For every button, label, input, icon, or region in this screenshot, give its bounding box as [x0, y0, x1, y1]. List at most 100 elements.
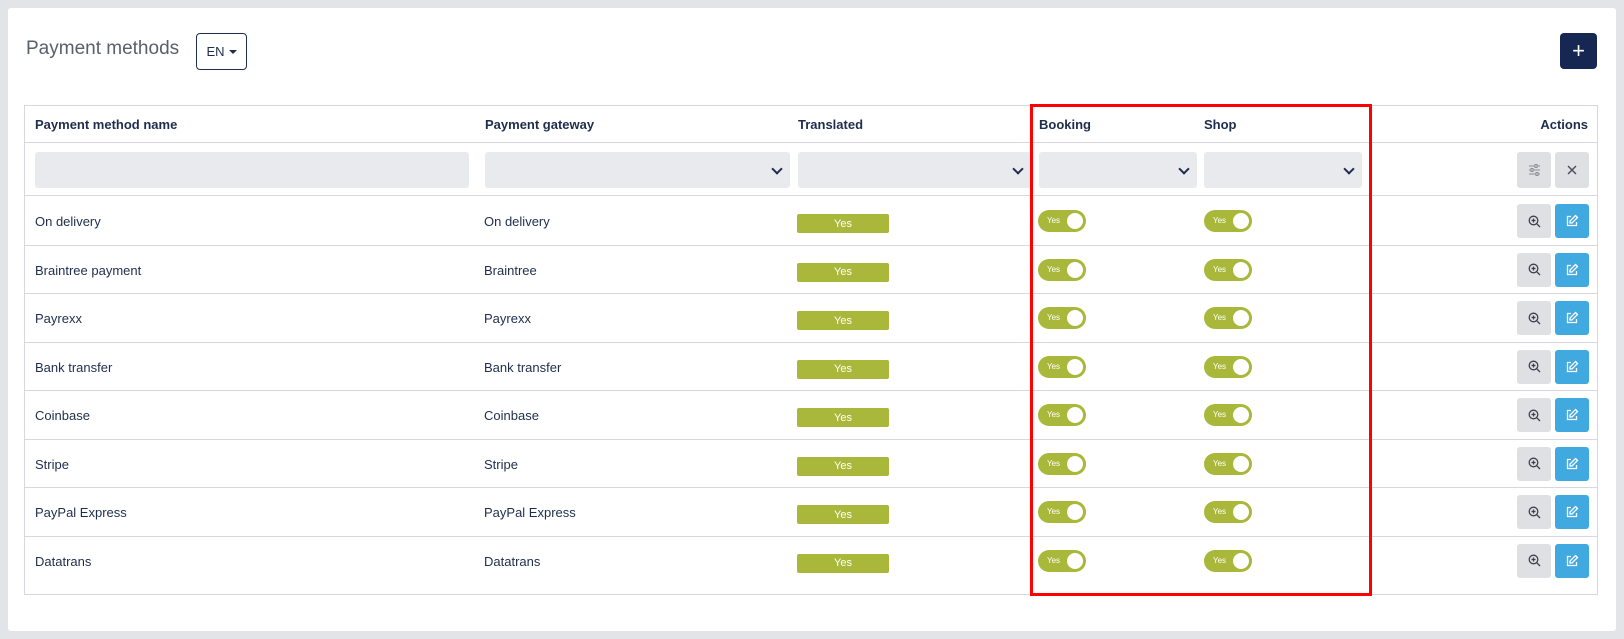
clear-filters-button[interactable]: [1555, 152, 1589, 188]
edit-icon: [1566, 360, 1579, 372]
view-button[interactable]: [1517, 204, 1551, 238]
payment-method-name: Payrexx: [35, 311, 82, 326]
filter-sliders-icon: [1528, 164, 1540, 176]
column-header-translated[interactable]: Translated: [798, 117, 863, 132]
translated-badge: Yes: [797, 214, 889, 233]
payment-method-name: Stripe: [35, 456, 69, 472]
shop-toggle[interactable]: Yes: [1204, 210, 1252, 232]
view-button[interactable]: [1517, 446, 1551, 481]
booking-filter-select[interactable]: [1039, 152, 1197, 188]
booking-toggle-label: Yes: [1047, 410, 1061, 419]
shop-toggle[interactable]: Yes: [1204, 355, 1252, 378]
view-button[interactable]: [1517, 543, 1551, 578]
column-header-name[interactable]: Payment method name: [35, 117, 177, 132]
booking-toggle-label: Yes: [1047, 555, 1061, 565]
filter-options-button[interactable]: [1517, 152, 1551, 188]
column-header-gateway[interactable]: Payment gateway: [485, 117, 594, 132]
shop-filter-select[interactable]: [1204, 152, 1362, 188]
toggle-knob: [1233, 552, 1249, 569]
payment-gateway: Payrexx: [484, 311, 531, 326]
view-button[interactable]: [1517, 349, 1551, 384]
translated-badge: Yes: [797, 553, 889, 573]
add-payment-method-button[interactable]: +: [1560, 33, 1597, 69]
payment-method-name: On delivery: [35, 214, 101, 229]
toggle-knob: [1067, 358, 1083, 375]
payment-gateway: On delivery: [484, 214, 550, 229]
edit-icon: [1566, 457, 1579, 469]
edit-button[interactable]: [1555, 301, 1589, 335]
edit-button[interactable]: [1555, 398, 1589, 432]
payment-gateway: Braintree: [484, 262, 537, 278]
payment-gateway: Stripe: [484, 456, 518, 472]
edit-button[interactable]: [1555, 495, 1589, 529]
filter-row: [25, 143, 1597, 196]
booking-toggle-label: Yes: [1047, 361, 1061, 371]
shop-toggle[interactable]: Yes: [1204, 452, 1252, 475]
payment-gateway: PayPal Express: [484, 505, 576, 520]
zoom-in-icon: [1528, 409, 1540, 421]
view-button[interactable]: [1517, 252, 1551, 287]
booking-toggle[interactable]: Yes: [1038, 210, 1086, 232]
booking-toggle-label: Yes: [1047, 507, 1061, 516]
view-button[interactable]: [1517, 495, 1551, 529]
payment-gateway: Datatrans: [484, 553, 541, 569]
booking-toggle[interactable]: Yes: [1038, 307, 1086, 329]
shop-toggle[interactable]: Yes: [1204, 549, 1252, 572]
table-row: Bank transfer Bank transfer Yes Yes Yes: [25, 343, 1597, 391]
shop-toggle[interactable]: Yes: [1204, 258, 1252, 281]
payment-method-name: Braintree payment: [35, 262, 142, 278]
shop-toggle[interactable]: Yes: [1204, 307, 1252, 329]
language-dropdown[interactable]: EN: [196, 33, 247, 70]
view-button[interactable]: [1517, 398, 1551, 432]
booking-toggle-label: Yes: [1047, 216, 1061, 225]
edit-icon: [1566, 311, 1579, 324]
zoom-in-icon: [1528, 263, 1540, 276]
table-row: On delivery On delivery Yes Yes Yes: [25, 197, 1597, 246]
payment-gateway: Bank transfer: [484, 359, 562, 375]
payment-methods-table: Payment method name Payment gateway Tran…: [24, 105, 1598, 595]
table-header: Payment method name Payment gateway Tran…: [25, 106, 1597, 143]
toggle-knob: [1067, 504, 1083, 520]
page-title: Payment methods: [26, 38, 180, 59]
column-header-actions: Actions: [1540, 117, 1588, 132]
booking-toggle[interactable]: Yes: [1038, 549, 1086, 572]
toggle-knob: [1067, 455, 1083, 472]
zoom-in-icon: [1528, 506, 1540, 518]
edit-button[interactable]: [1555, 204, 1589, 238]
payment-gateway: Coinbase: [484, 408, 539, 423]
booking-toggle-label: Yes: [1047, 313, 1061, 322]
name-filter-input[interactable]: [35, 152, 469, 188]
booking-toggle[interactable]: Yes: [1038, 452, 1086, 475]
column-header-shop[interactable]: Shop: [1204, 117, 1237, 132]
gateway-filter-select[interactable]: [485, 152, 790, 188]
view-button[interactable]: [1517, 301, 1551, 335]
payment-method-name: PayPal Express: [35, 505, 127, 520]
booking-toggle[interactable]: Yes: [1038, 404, 1086, 426]
shop-toggle-label: Yes: [1213, 410, 1227, 419]
toggle-knob: [1233, 407, 1249, 423]
edit-button[interactable]: [1555, 349, 1589, 384]
toggle-knob: [1233, 504, 1249, 520]
edit-button[interactable]: [1555, 252, 1589, 287]
edit-icon: [1566, 214, 1579, 227]
booking-toggle[interactable]: Yes: [1038, 355, 1086, 378]
column-header-booking[interactable]: Booking: [1039, 117, 1091, 132]
edit-icon: [1566, 408, 1579, 421]
toggle-knob: [1067, 310, 1083, 326]
edit-button[interactable]: [1555, 446, 1589, 481]
edit-button[interactable]: [1555, 543, 1589, 578]
toggle-knob: [1233, 261, 1249, 278]
payment-method-name: Coinbase: [35, 408, 90, 423]
table-row: PayPal Express PayPal Express Yes Yes Yes: [25, 488, 1597, 537]
shop-toggle-label: Yes: [1213, 507, 1227, 516]
translated-filter-select[interactable]: [798, 152, 1031, 188]
edit-icon: [1566, 505, 1579, 518]
booking-toggle[interactable]: Yes: [1038, 258, 1086, 281]
language-label: EN: [206, 44, 225, 59]
booking-toggle[interactable]: Yes: [1038, 501, 1086, 523]
shop-toggle[interactable]: Yes: [1204, 501, 1252, 523]
zoom-in-icon: [1528, 554, 1540, 567]
shop-toggle[interactable]: Yes: [1204, 404, 1252, 426]
translated-badge: Yes: [797, 311, 889, 330]
zoom-in-icon: [1528, 215, 1540, 227]
